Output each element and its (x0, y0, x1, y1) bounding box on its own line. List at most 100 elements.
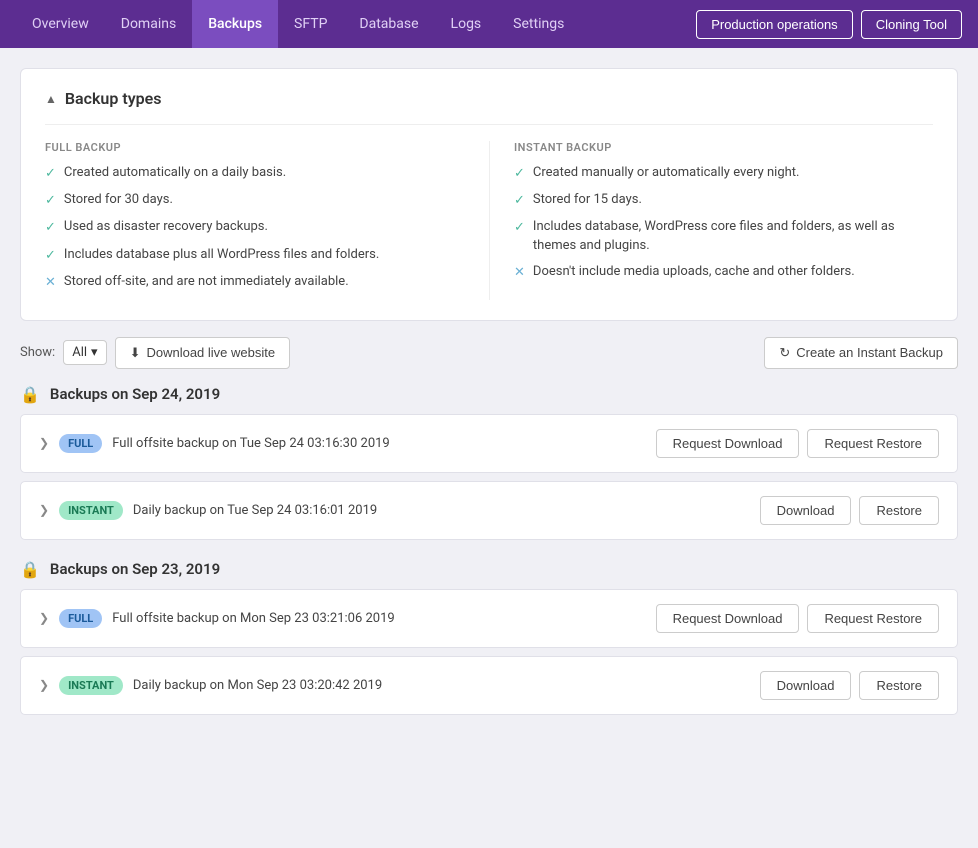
request-restore-button[interactable]: Request Restore (807, 429, 939, 458)
check-icon: ✓ (514, 192, 525, 210)
download-icon: ⬇ (130, 345, 141, 361)
backup-types-card: ▲ Backup types FULL BACKUP ✓ Created auto… (20, 68, 958, 321)
feature-item: ✓ Stored for 30 days. (45, 191, 465, 210)
nav-actions: Production operations Cloning Tool (696, 10, 962, 39)
lock-icon: 🔒 (20, 385, 40, 404)
show-label: Show: (20, 345, 55, 360)
x-icon: ✕ (514, 264, 525, 282)
backup-item-left: ❯ FULL Full offsite backup on Mon Sep 23 0… (39, 609, 395, 628)
nav-item-logs[interactable]: Logs (435, 0, 498, 48)
download-button[interactable]: Download (760, 671, 852, 700)
backup-description: Full offsite backup on Tue Sep 24 03:16:… (112, 436, 389, 451)
feature-item: ✓ Created manually or automatically every… (514, 164, 933, 183)
backup-item-actions: Request DownloadRequest Restore (656, 429, 939, 458)
full-backup-features: ✓ Created automatically on a daily basis.… (45, 164, 465, 292)
instant-badge: INSTANT (59, 501, 123, 520)
backup-item-actions: DownloadRestore (760, 671, 939, 700)
x-icon: ✕ (45, 274, 56, 292)
request-download-button[interactable]: Request Download (656, 604, 800, 633)
feature-text: Used as disaster recovery backups. (64, 218, 268, 236)
request-download-button[interactable]: Request Download (656, 429, 800, 458)
full-badge: FULL (59, 609, 102, 628)
nav-item-backups[interactable]: Backups (192, 0, 278, 48)
backup-item-actions: DownloadRestore (760, 496, 939, 525)
check-icon: ✓ (45, 165, 56, 183)
production-operations-button[interactable]: Production operations (696, 10, 852, 39)
backup-group-header: 🔒Backups on Sep 23, 2019 (20, 560, 958, 579)
backup-item: ❯ FULL Full offsite backup on Tue Sep 24 0… (20, 414, 958, 473)
backup-types-grid: FULL BACKUP ✓ Created automatically on a … (45, 124, 933, 300)
cloning-tool-button[interactable]: Cloning Tool (861, 10, 962, 39)
restore-button[interactable]: Restore (859, 671, 939, 700)
backup-groups-container: 🔒 Backups on Sep 24, 2019 ❯ FULL Full offsit… (20, 385, 958, 715)
feature-text: Stored for 15 days. (533, 191, 642, 209)
backup-group: 🔒Backups on Sep 23, 2019 ❯ FULL Full offsit… (20, 560, 958, 715)
expand-icon[interactable]: ❯ (39, 436, 49, 450)
backup-types-title: ▲ Backup types (45, 89, 933, 108)
feature-item: ✓ Includes database, WordPress core files… (514, 218, 933, 254)
nav-items: OverviewDomainsBackupsSFTPDatabaseLogsSe… (16, 0, 696, 48)
instant-backup-label: INSTANT BACKUP (514, 141, 933, 154)
instant-backup-col: INSTANT BACKUP ✓ Created manually or auto… (489, 141, 933, 300)
feature-text: Stored for 30 days. (64, 191, 173, 209)
filter-left: Show: All ▾ ⬇ Download live website (20, 337, 290, 369)
nav-item-settings[interactable]: Settings (497, 0, 580, 48)
backup-item: ❯ INSTANT Daily backup on Tue Sep 24 03:16… (20, 481, 958, 540)
feature-text: Stored off-site, and are not immediately… (64, 273, 349, 291)
feature-item: ✕ Doesn't include media uploads, cache an… (514, 263, 933, 282)
create-instant-label: Create an Instant Backup (796, 345, 943, 360)
create-instant-backup-button[interactable]: ↻ Create an Instant Backup (764, 337, 958, 369)
full-backup-col: FULL BACKUP ✓ Created automatically on a … (45, 141, 489, 300)
show-filter-select[interactable]: All ▾ (63, 340, 106, 365)
check-icon: ✓ (45, 219, 56, 237)
feature-text: Created automatically on a daily basis. (64, 164, 286, 182)
feature-text: Created manually or automatically every … (533, 164, 800, 182)
nav-item-database[interactable]: Database (343, 0, 434, 48)
main-content: ▲ Backup types FULL BACKUP ✓ Created auto… (0, 48, 978, 755)
check-icon: ✓ (45, 247, 56, 265)
backup-group-title: Backups on Sep 24, 2019 (50, 385, 220, 403)
backup-item: ❯ INSTANT Daily backup on Mon Sep 23 03:20… (20, 656, 958, 715)
refresh-icon: ↻ (779, 345, 790, 361)
lock-icon: 🔒 (20, 560, 40, 579)
restore-button[interactable]: Restore (859, 496, 939, 525)
nav-item-sftp[interactable]: SFTP (278, 0, 343, 48)
instant-backup-features: ✓ Created manually or automatically every… (514, 164, 933, 282)
check-icon: ✓ (514, 165, 525, 183)
filter-bar: Show: All ▾ ⬇ Download live website ↻ Cr… (20, 337, 958, 369)
nav-item-overview[interactable]: Overview (16, 0, 105, 48)
check-icon: ✓ (45, 192, 56, 210)
nav-item-domains[interactable]: Domains (105, 0, 192, 48)
backup-description: Full offsite backup on Mon Sep 23 03:21:… (112, 611, 394, 626)
expand-icon[interactable]: ❯ (39, 678, 49, 692)
backup-item-left: ❯ INSTANT Daily backup on Tue Sep 24 03:16… (39, 501, 377, 520)
backup-item-actions: Request DownloadRequest Restore (656, 604, 939, 633)
backup-group-header: 🔒 Backups on Sep 24, 2019 (20, 385, 958, 404)
backup-item-left: ❯ FULL Full offsite backup on Tue Sep 24 0… (39, 434, 390, 453)
backup-item-left: ❯ INSTANT Daily backup on Mon Sep 23 03:20… (39, 676, 382, 695)
backup-description: Daily backup on Mon Sep 23 03:20:42 2019 (133, 678, 382, 693)
download-live-label: Download live website (146, 345, 275, 360)
feature-text: Includes database, WordPress core files … (533, 218, 933, 254)
feature-item: ✓ Used as disaster recovery backups. (45, 218, 465, 237)
download-button[interactable]: Download (760, 496, 852, 525)
expand-icon[interactable]: ❯ (39, 611, 49, 625)
backup-description: Daily backup on Tue Sep 24 03:16:01 2019 (133, 503, 377, 518)
feature-item: ✓ Stored for 15 days. (514, 191, 933, 210)
check-icon: ✓ (514, 219, 525, 237)
expand-icon[interactable]: ❯ (39, 503, 49, 517)
request-restore-button[interactable]: Request Restore (807, 604, 939, 633)
feature-item: ✓ Created automatically on a daily basis. (45, 164, 465, 183)
download-live-button[interactable]: ⬇ Download live website (115, 337, 291, 369)
feature-item: ✓ Includes database plus all WordPress fi… (45, 246, 465, 265)
feature-item: ✕ Stored off-site, and are not immediatel… (45, 273, 465, 292)
backup-item: ❯ FULL Full offsite backup on Mon Sep 23 0… (20, 589, 958, 648)
full-backup-label: FULL BACKUP (45, 141, 465, 154)
instant-badge: INSTANT (59, 676, 123, 695)
feature-text: Doesn't include media uploads, cache and… (533, 263, 855, 281)
feature-text: Includes database plus all WordPress fil… (64, 246, 379, 264)
full-badge: FULL (59, 434, 102, 453)
chevron-down-icon: ▾ (91, 345, 98, 360)
top-navigation: OverviewDomainsBackupsSFTPDatabaseLogsSe… (0, 0, 978, 48)
chevron-icon: ▲ (45, 92, 57, 106)
